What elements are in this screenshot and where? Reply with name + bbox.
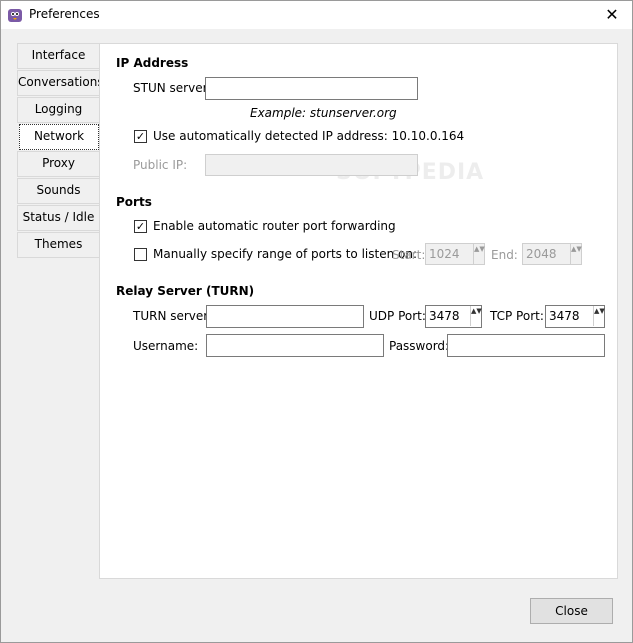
stun-server-label: STUN server: [133, 81, 212, 95]
tcp-port-value: 3478 [549, 309, 580, 323]
tcp-port-label: TCP Port: [490, 309, 544, 323]
tab-sounds[interactable]: Sounds [17, 178, 99, 204]
manual-ports-label: Manually specify range of ports to liste… [153, 247, 417, 261]
preferences-window: Preferences ✕ Interface Conversations Lo… [0, 0, 633, 643]
auto-detect-ip-label: Use automatically detected IP address: 1… [153, 129, 465, 143]
username-label: Username: [133, 339, 199, 353]
udp-port-label: UDP Port: [369, 309, 426, 323]
preferences-tabs: Interface Conversations Logging Network … [17, 43, 104, 259]
spin-arrows-icon[interactable]: ▲▼ [570, 244, 582, 264]
ip-address-heading: IP Address [116, 56, 189, 70]
tab-network[interactable]: Network [19, 124, 99, 150]
tab-conversations[interactable]: Conversations [17, 70, 104, 96]
window-close-icon[interactable]: ✕ [592, 1, 632, 29]
ports-heading: Ports [116, 195, 152, 209]
relay-server-heading: Relay Server (TURN) [116, 284, 255, 298]
spin-arrows-icon[interactable]: ▲▼ [593, 306, 605, 326]
tab-status-idle[interactable]: Status / Idle [17, 205, 99, 231]
start-port-spinner[interactable]: 1024 ▲▼ [425, 243, 485, 265]
public-ip-label: Public IP: [133, 158, 188, 172]
start-port-label: Start: [392, 248, 426, 262]
title-bar: Preferences ✕ [1, 1, 632, 29]
checkmark-icon: ✓ [135, 130, 146, 143]
password-label: Password: [389, 339, 450, 353]
udp-port-value: 3478 [429, 309, 460, 323]
stun-example-text: Example: stunserver.org [250, 106, 397, 120]
tab-interface[interactable]: Interface [17, 43, 99, 69]
public-ip-input[interactable] [205, 154, 418, 176]
manual-ports-checkbox[interactable] [134, 248, 147, 261]
stun-server-input[interactable] [205, 77, 418, 100]
udp-port-spinner[interactable]: 3478 ▲▼ [425, 305, 482, 328]
end-port-value: 2048 [526, 247, 557, 261]
close-button[interactable]: Close [530, 598, 613, 624]
start-port-value: 1024 [429, 247, 460, 261]
pidgin-icon [8, 9, 22, 22]
tab-logging[interactable]: Logging [17, 97, 99, 123]
tab-themes[interactable]: Themes [17, 232, 99, 258]
password-input[interactable] [447, 334, 605, 357]
auto-port-forward-label: Enable automatic router port forwarding [153, 219, 396, 233]
checkmark-icon: ✓ [135, 220, 146, 233]
username-input[interactable] [206, 334, 384, 357]
auto-port-forward-checkbox[interactable]: ✓ [134, 220, 147, 233]
tab-proxy[interactable]: Proxy [17, 151, 99, 177]
tcp-port-spinner[interactable]: 3478 ▲▼ [545, 305, 605, 328]
network-panel: SOFTPEDIA IP Address STUN server: Exampl… [99, 43, 618, 579]
end-port-spinner[interactable]: 2048 ▲▼ [522, 243, 582, 265]
turn-server-input[interactable] [206, 305, 364, 328]
spin-arrows-icon[interactable]: ▲▼ [473, 244, 485, 264]
turn-server-label: TURN server: [133, 309, 213, 323]
window-title: Preferences [29, 7, 100, 21]
end-port-label: End: [491, 248, 518, 262]
spin-arrows-icon[interactable]: ▲▼ [470, 306, 482, 326]
auto-detect-ip-checkbox[interactable]: ✓ [134, 130, 147, 143]
